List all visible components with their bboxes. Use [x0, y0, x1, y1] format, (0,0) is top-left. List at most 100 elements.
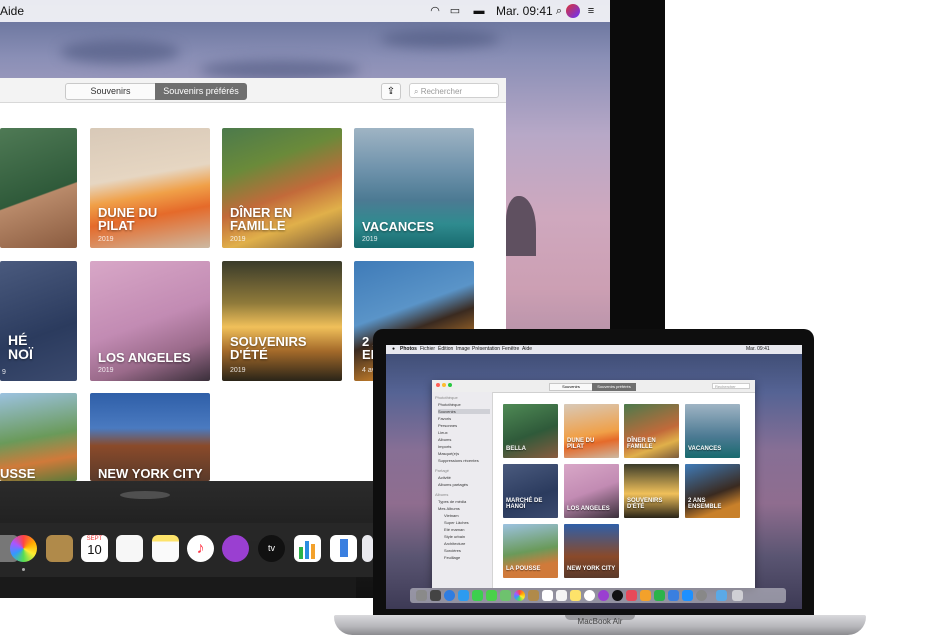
podcasts-icon[interactable]: [598, 590, 609, 601]
search-icon[interactable]: ⌕: [552, 4, 566, 18]
memory-tile[interactable]: LOS ANGELES 2019: [90, 261, 210, 381]
memory-tile[interactable]: VACANCES: [685, 404, 740, 458]
sidebar-item-places[interactable]: Lieux: [438, 430, 448, 435]
numbers-icon[interactable]: [294, 535, 321, 562]
menu-item-window[interactable]: Fenêtre: [502, 345, 519, 354]
downloads-folder-icon[interactable]: [716, 590, 727, 601]
memory-tile[interactable]: VACANCES 2019: [354, 128, 474, 248]
memory-tile[interactable]: DÎNER EN FAMILLE: [624, 404, 679, 458]
pages-icon[interactable]: [640, 590, 651, 601]
memory-tile[interactable]: LOS ANGELES: [564, 464, 619, 518]
memory-tile[interactable]: NEW YORK CITY: [564, 524, 619, 578]
memory-tile[interactable]: HÉ NOÏ 9: [0, 261, 77, 381]
share-button[interactable]: ⇪: [381, 83, 401, 100]
finder-icon[interactable]: [416, 590, 427, 601]
sidebar-album[interactable]: Style urbain: [444, 534, 465, 539]
news-icon[interactable]: [626, 590, 637, 601]
sidebar-album[interactable]: Super Lâches: [444, 520, 469, 525]
memory-tile[interactable]: MARCHÉ DE HANOÏ: [503, 464, 558, 518]
menu-item-view[interactable]: Présentation: [472, 345, 500, 354]
sidebar-item-library[interactable]: Photothèque: [438, 402, 461, 407]
menu-item-edit[interactable]: Édition: [438, 345, 453, 354]
sidebar-item-memories[interactable]: Souvenirs: [438, 409, 490, 414]
keynote-icon[interactable]: [668, 590, 679, 601]
app-store-icon[interactable]: [682, 590, 693, 601]
search-field[interactable]: ⌕ Rechercher: [409, 83, 499, 98]
tab-favorite-memories[interactable]: Souvenirs préférés: [592, 383, 636, 391]
memory-tile[interactable]: SOUVENIRS D'ÉTÉ: [624, 464, 679, 518]
dock-app-partial[interactable]: [362, 535, 373, 562]
menu-bar-clock[interactable]: Mar. 09:41: [496, 4, 553, 18]
mail-icon[interactable]: [458, 590, 469, 601]
music-icon[interactable]: [584, 590, 595, 601]
minimize-window-button[interactable]: [442, 383, 446, 387]
battery-icon[interactable]: ▬: [470, 4, 488, 18]
menu-item-help[interactable]: Aide: [522, 345, 532, 354]
music-icon[interactable]: ♪: [187, 535, 214, 562]
messages-icon[interactable]: [472, 590, 483, 601]
memory-tile[interactable]: USSE: [0, 393, 77, 481]
launchpad-icon[interactable]: [430, 590, 441, 601]
memory-tile[interactable]: LA POUSSE: [503, 524, 558, 578]
notes-icon[interactable]: [152, 535, 179, 562]
calendar-icon[interactable]: [542, 590, 553, 601]
search-field[interactable]: Rechercher: [712, 383, 750, 389]
appletv-icon[interactable]: tv: [258, 535, 285, 562]
numbers-icon[interactable]: [654, 590, 665, 601]
keynote-icon[interactable]: [330, 535, 357, 562]
apple-menu-icon[interactable]: ●: [392, 345, 395, 354]
photos-icon[interactable]: [10, 535, 37, 562]
trash-icon[interactable]: [732, 590, 743, 601]
control-icon[interactable]: ≡: [584, 4, 598, 18]
facetime-icon[interactable]: [486, 590, 497, 601]
sidebar-item-people[interactable]: Personnes: [438, 423, 457, 428]
memory-tile[interactable]: DUNE DU PILAT 2019: [90, 128, 210, 248]
sidebar-album[interactable]: Vietnam: [444, 513, 459, 518]
sidebar-item-hidden[interactable]: Masqué(e)s: [438, 451, 459, 456]
sidebar-album[interactable]: Feuillage: [444, 555, 460, 560]
sidebar-item-imports[interactable]: Imports: [438, 444, 451, 449]
close-window-button[interactable]: [436, 383, 440, 387]
memory-tile[interactable]: 2 ANS ENSEMBLE: [685, 464, 740, 518]
siri-icon[interactable]: [566, 4, 580, 18]
zoom-window-button[interactable]: [448, 383, 452, 387]
menu-bar-clock[interactable]: Mar. 09:41: [746, 345, 770, 354]
sidebar-item-activity[interactable]: Activité: [438, 475, 451, 480]
photos-icon[interactable]: [514, 590, 525, 601]
memory-tile[interactable]: [0, 128, 77, 248]
menu-item-photos[interactable]: Photos: [400, 345, 417, 354]
wifi-icon[interactable]: ◠: [428, 4, 442, 18]
tab-memories[interactable]: Souvenirs: [549, 383, 593, 391]
menu-item-file[interactable]: Fichier: [420, 345, 435, 354]
sidebar-item-shared-albums[interactable]: Albums partagés: [438, 482, 468, 487]
sidebar-item-albums[interactable]: Albums: [438, 437, 451, 442]
sidebar-item-favorites[interactable]: Favoris: [438, 416, 451, 421]
calendar-icon[interactable]: SEPT 10: [81, 535, 108, 562]
maps-icon[interactable]: [500, 590, 511, 601]
memory-tile[interactable]: BELLA: [503, 404, 558, 458]
menu-item-image[interactable]: Image: [456, 345, 470, 354]
notes-book-icon[interactable]: [46, 535, 73, 562]
memory-tile[interactable]: DÎNER EN FAMILLE 2019: [222, 128, 342, 248]
tab-favorite-memories[interactable]: Souvenirs préférés: [155, 83, 247, 100]
tab-memories[interactable]: Souvenirs: [65, 83, 156, 100]
memory-tile[interactable]: NEW YORK CITY: [90, 393, 210, 481]
contacts-icon[interactable]: [528, 590, 539, 601]
sidebar-album[interactable]: Architecture: [444, 541, 465, 546]
system-preferences-icon[interactable]: [696, 590, 707, 601]
appletv-icon[interactable]: [612, 590, 623, 601]
menu-item-help[interactable]: Aide: [0, 4, 24, 18]
memory-tile[interactable]: DUNE DU PILAT: [564, 404, 619, 458]
sidebar-album[interactable]: Sorcières: [444, 548, 461, 553]
reminders-icon[interactable]: [556, 590, 567, 601]
sidebar-item-recently-deleted[interactable]: Suppressions récentes: [438, 458, 479, 463]
sidebar-album[interactable]: Eté maman: [444, 527, 464, 532]
sidebar-item-my-albums[interactable]: Mes Albums: [438, 506, 460, 511]
safari-icon[interactable]: [444, 590, 455, 601]
memory-tile[interactable]: SOUVENIRS D'ÉTÉ 2019: [222, 261, 342, 381]
airplay-icon[interactable]: ▭: [448, 4, 462, 18]
notes-icon[interactable]: [570, 590, 581, 601]
podcasts-icon[interactable]: [222, 535, 249, 562]
sidebar-item-media-types[interactable]: Types de média: [438, 499, 466, 504]
reminders-icon[interactable]: [116, 535, 143, 562]
